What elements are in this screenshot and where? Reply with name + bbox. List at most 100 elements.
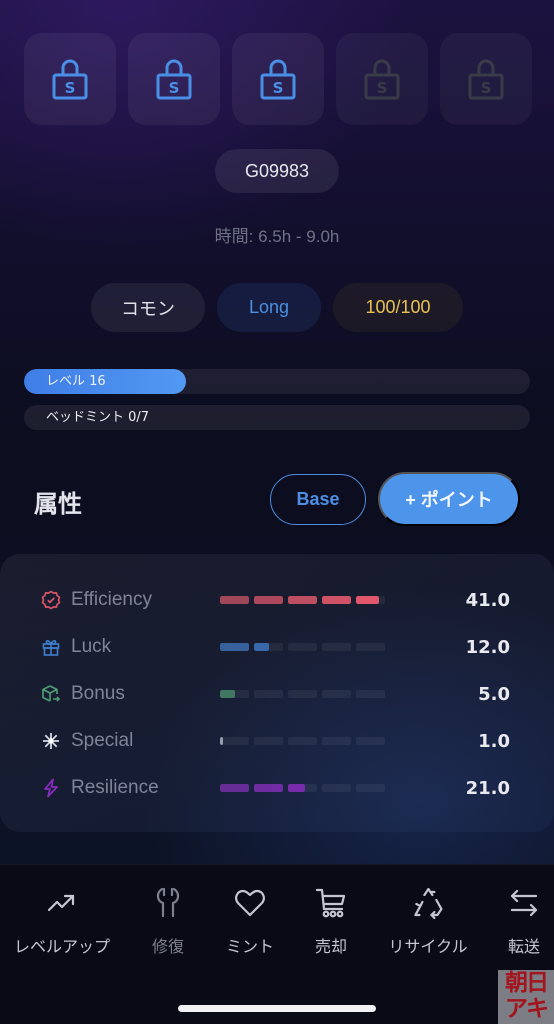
heart-icon — [232, 885, 268, 925]
stat-name: Resilience — [71, 777, 159, 798]
nav-transfer-arrows[interactable]: 転送 — [506, 885, 542, 957]
stat-bar-segment — [288, 690, 317, 698]
mint-label: ベッドミント 0/7 — [46, 410, 150, 425]
stat-value: 1.0 — [478, 730, 510, 752]
stat-row-resilience: Resilience 21.0 — [40, 773, 514, 803]
socket-slot[interactable]: S — [24, 33, 116, 125]
stat-bar-segment — [322, 690, 351, 698]
stat-bar-fill — [254, 596, 283, 604]
stat-bar — [220, 690, 385, 698]
stat-bar-fill — [288, 596, 317, 604]
slot-letter: S — [273, 79, 284, 97]
stat-bar-segment — [288, 596, 317, 604]
add-point-button[interactable]: + ポイント — [378, 472, 520, 526]
stat-value: 21.0 — [465, 777, 510, 799]
nav-label: レベルアップ — [13, 937, 111, 956]
stat-bar — [220, 784, 385, 792]
box-arrow-icon — [40, 683, 62, 705]
lock-s-icon: S — [260, 59, 296, 100]
stat-bar — [220, 596, 385, 604]
stat-bar — [220, 737, 385, 745]
stat-bar-segment — [220, 737, 249, 745]
stat-bar-segment — [356, 596, 385, 604]
nav-label: 修復 — [151, 937, 184, 956]
stat-value: 12.0 — [465, 636, 510, 658]
stat-bar-segment — [322, 596, 351, 604]
level-progress-bar: レベル 16 — [24, 369, 530, 394]
stat-bar-segment — [356, 643, 385, 651]
slot-letter: S — [481, 79, 492, 97]
stat-bar-segment — [254, 643, 283, 651]
socket-slots: S S S S S — [24, 33, 532, 125]
stat-bar-segment — [220, 643, 249, 651]
stat-bar-fill — [288, 784, 306, 792]
stat-bar-segment — [288, 784, 317, 792]
stats-card: Efficiency 41.0 Luck 12.0 Bonus 5.0 Spec… — [0, 554, 554, 832]
time-range: 時間: 6.5h - 9.0h — [214, 227, 340, 246]
stat-bar-segment — [254, 690, 283, 698]
nav-trending-up[interactable]: レベルアップ — [14, 885, 110, 957]
item-detail-screen: S S S S S G09983 時間: 6.5h - 9.0h コモン Lon… — [0, 0, 554, 1024]
stat-value: 5.0 — [478, 683, 510, 705]
stat-bar-segment — [254, 596, 283, 604]
transfer-arrows-icon — [506, 885, 542, 925]
socket-slot[interactable]: S — [128, 33, 220, 125]
nav-cart[interactable]: 売却 — [313, 885, 349, 957]
base-button[interactable]: Base — [270, 474, 366, 525]
stat-value: 41.0 — [465, 589, 510, 611]
lightning-icon — [40, 777, 62, 799]
type-chip: Long — [217, 283, 321, 332]
nav-label: 売却 — [314, 937, 347, 956]
nav-heart[interactable]: ミント — [226, 885, 274, 957]
slot-letter: S — [65, 79, 76, 97]
lock-s-icon: S — [468, 59, 504, 100]
stat-bar-segment — [356, 784, 385, 792]
stat-row-special: Special 1.0 — [40, 726, 514, 756]
stat-bar-segment — [288, 643, 317, 651]
home-indicator — [178, 1005, 376, 1012]
socket-slot[interactable]: S — [336, 33, 428, 125]
attributes-title: 属性 — [34, 490, 82, 518]
cart-icon — [313, 885, 349, 925]
stat-bar-fill — [356, 596, 380, 604]
stat-row-bonus: Bonus 5.0 — [40, 679, 514, 709]
stat-row-luck: Luck 12.0 — [40, 632, 514, 662]
lock-s-icon: S — [364, 59, 400, 100]
wrench-icon — [150, 885, 186, 925]
stat-bar-fill — [254, 643, 269, 651]
stat-bar-fill — [220, 690, 235, 698]
lock-s-icon: S — [156, 59, 192, 100]
stat-name: Special — [71, 730, 134, 751]
watermark: 朝日アキ — [498, 970, 554, 1024]
stat-bar-segment — [220, 784, 249, 792]
recycle-icon — [410, 885, 446, 925]
stat-name: Efficiency — [71, 589, 152, 610]
stat-bar-segment — [322, 784, 351, 792]
mint-progress-bar: ベッドミント 0/7 — [24, 405, 530, 430]
stat-bar-segment — [322, 643, 351, 651]
stat-bar-segment — [288, 737, 317, 745]
stat-bar-segment — [322, 737, 351, 745]
socket-slot[interactable]: S — [440, 33, 532, 125]
stat-bar-fill — [220, 596, 249, 604]
lock-s-icon: S — [52, 59, 88, 100]
durability-chip: 100/100 — [333, 283, 463, 332]
trending-up-icon — [44, 885, 80, 925]
rarity-chip: コモン — [91, 283, 205, 332]
socket-slot[interactable]: S — [232, 33, 324, 125]
slot-letter: S — [377, 79, 388, 97]
stat-name: Bonus — [71, 683, 125, 704]
gift-icon — [40, 636, 62, 658]
stat-bar-fill — [220, 643, 249, 651]
sparkle-icon — [40, 730, 62, 752]
nav-recycle[interactable]: リサイクル — [388, 885, 468, 957]
stat-bar-segment — [356, 737, 385, 745]
stat-bar — [220, 643, 385, 651]
badge-check-icon — [40, 589, 62, 611]
stat-row-efficiency: Efficiency 41.0 — [40, 585, 514, 615]
nav-label: ミント — [225, 937, 275, 956]
slot-letter: S — [169, 79, 180, 97]
stat-bar-segment — [356, 690, 385, 698]
stat-bar-segment — [254, 737, 283, 745]
nav-wrench[interactable]: 修復 — [150, 885, 186, 957]
